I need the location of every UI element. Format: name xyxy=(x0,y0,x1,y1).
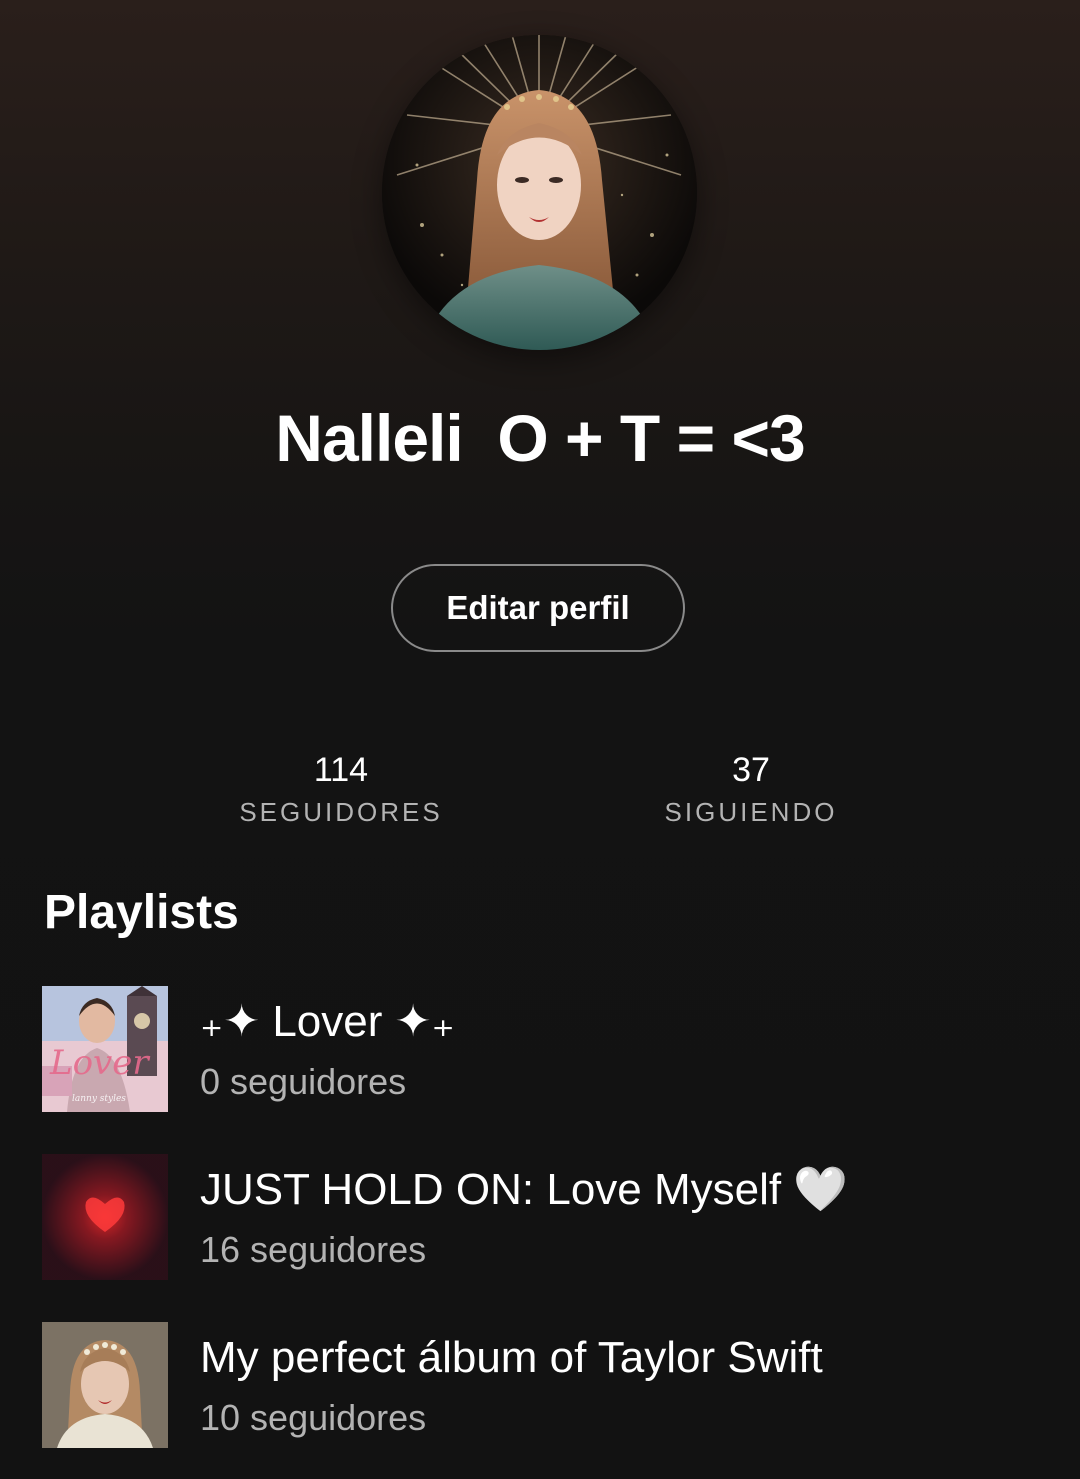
avatar-image xyxy=(382,35,697,350)
portrait-cover-art-icon xyxy=(42,1322,168,1448)
followers-stat[interactable]: 114 SEGUIDORES xyxy=(191,748,491,830)
svg-text:Lover: Lover xyxy=(49,1043,150,1083)
lover-cover-art-icon: Lover lanny styles xyxy=(42,986,168,1112)
playlist-item-taylor-swift[interactable]: My perfect álbum of Taylor Swift 10 segu… xyxy=(42,1322,1042,1448)
playlist-followers: 0 seguidores xyxy=(200,1061,407,1102)
playlist-followers: 16 seguidores xyxy=(200,1229,427,1270)
playlist-title: JUST HOLD ON: Love Myself 🤍 xyxy=(200,1165,849,1214)
playlist-title: ₊✦ Lover ✦₊ xyxy=(200,997,455,1046)
profile-avatar[interactable] xyxy=(382,35,697,350)
red-heart-cover-art-icon xyxy=(42,1154,168,1280)
edit-profile-button[interactable]: Editar perfil xyxy=(391,564,685,652)
followers-label: SEGUIDORES xyxy=(239,797,443,827)
playlists-section-title: Playlists xyxy=(44,886,239,939)
followers-count: 114 xyxy=(313,751,369,789)
playlist-title: My perfect álbum of Taylor Swift xyxy=(200,1333,823,1382)
playlist-followers: 10 seguidores xyxy=(200,1397,427,1438)
following-count: 37 xyxy=(732,751,770,789)
following-stat[interactable]: 37 SIGUIENDO xyxy=(601,748,901,830)
playlist-item-just-hold-on[interactable]: JUST HOLD ON: Love Myself 🤍 16 seguidore… xyxy=(42,1154,1042,1280)
svg-text:lanny styles: lanny styles xyxy=(72,1094,126,1104)
playlist-item-lover[interactable]: Lover lanny styles ₊✦ Lover ✦₊ 0 seguido… xyxy=(42,986,1042,1112)
profile-name: Nalleli O + T = <3 xyxy=(275,401,805,475)
following-label: SIGUIENDO xyxy=(664,797,838,827)
